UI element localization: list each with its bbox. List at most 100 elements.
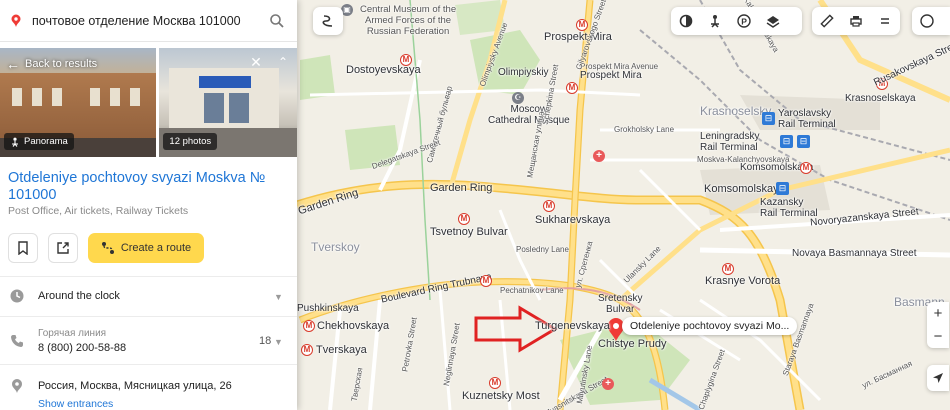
chevron-up-icon[interactable]: ⌃ [275,54,291,70]
search-input[interactable] [32,13,257,28]
app-root: Central Museum of the Armed Forces of the… [0,0,950,410]
traffic-icon[interactable] [671,7,700,35]
bookmark-button[interactable] [8,233,38,263]
place-panel: Panorama 12 photos ← Back to results ✕ ⌃… [0,0,297,410]
train-icon[interactable]: ⊟ [776,182,789,195]
user-icon [912,7,941,35]
metro-label-chekhovskaya: Chekhovskaya [317,320,390,332]
chevron-down-icon[interactable]: ▼ [274,337,283,347]
metro-label-sretensky: Sretensky Bulvar [598,293,643,315]
create-route-button[interactable]: Create a route [88,233,204,263]
metro-icon[interactable]: M [543,200,555,212]
share-button[interactable] [48,233,78,263]
location-icon [12,379,22,393]
metro-label-chistye-prudy: Chistye Prudy [598,338,667,350]
phone-icon [11,335,23,347]
metro-icon[interactable]: M [480,275,492,287]
arrow-left-icon: ← [6,56,20,72]
zoom-in-button[interactable]: + [927,302,949,325]
zoom-out-button[interactable]: − [927,325,949,348]
train-icon[interactable]: ⊟ [797,135,810,148]
close-icon[interactable]: ✕ [248,54,264,70]
panorama-badge[interactable]: Panorama [4,133,74,150]
metro-icon[interactable]: M [301,344,313,356]
panorama-icon[interactable] [700,7,729,35]
create-route-label: Create a route [120,242,192,254]
hotline-number[interactable]: 8 (800) 200-58-88 [38,342,126,354]
metro-icon[interactable]: M [458,213,470,225]
mosque-icon[interactable]: ☪ [512,92,524,104]
search-icon[interactable] [269,13,285,29]
bookmark-icon [18,241,28,255]
metro-icon[interactable]: M [566,82,578,94]
medical-icon[interactable]: + [602,378,614,390]
district-label-krasnoselsky: Krasnoselsky [700,104,772,118]
olimpiyskiy-label: Olimpiyskiy [498,67,549,78]
place-pin-label[interactable]: Otdeleniye pochtovoy svyazi Mo... [622,317,798,335]
profile-button[interactable] [912,7,950,35]
map-layers-toolbar: P [671,7,802,35]
divider [0,364,297,365]
metro-label-tverskaya: Tverskaya [316,344,367,356]
menu-icon[interactable] [870,7,899,35]
metro-icon[interactable]: M [800,162,812,174]
metro-label-prospekt-mira: Prospekt Mira [544,31,612,43]
metro-label-dostoyevskaya: Dostoyevskaya [346,64,421,76]
route-icon [101,242,114,254]
street-label-novaya-basmannaya: Novaya Basmannaya Street [792,248,917,259]
metro-label-pushkinskaya: Pushkinskaya [297,303,359,314]
locate-button[interactable] [927,365,949,391]
metro-label-sukharevskaya: Sukharevskaya [535,214,611,226]
yaroslavsky-label: Yaroslavsky Rail Terminal [778,108,836,130]
mosque-label: Moscow Cathedral Mosque [488,104,570,126]
locate-icon [933,373,943,383]
svg-text:P: P [741,16,747,26]
panorama-icon [12,137,18,147]
panorama-label: Panorama [24,136,68,147]
metro-label-krasnye-vorota: Krasnye Vorota [705,275,781,287]
metro-label-kuznetsky: Kuznetsky Most [462,390,540,402]
show-entrances-link[interactable]: Show entrances [38,398,113,410]
traffic-layer-button[interactable] [313,7,343,35]
kazansky-label: Kazansky Rail Terminal [760,197,818,219]
metro-icon[interactable]: M [576,19,588,31]
zoom-control: + − [927,302,949,348]
place-category: Post Office, Air tickets, Railway Ticket… [8,205,189,217]
street-label-prospekt-mira-ave: Prospekt Mira Avenue [580,62,659,71]
search-bar [0,0,297,42]
photos-count-badge[interactable]: 12 photos [163,133,218,150]
back-label: Back to results [25,58,98,70]
street-label-grokholsky: Grokholsky Lane [614,125,675,134]
route-squiggle-icon [313,7,342,35]
leningradsky-label: Leningradsky Rail Terminal [700,131,760,153]
hotline-label: Горячая линия [38,328,107,339]
metro-label-komsomolskaya-2: Komsomolskaya [704,183,785,195]
parking-icon[interactable]: P [729,7,758,35]
train-icon[interactable]: ⊟ [780,135,793,148]
print-icon[interactable] [841,7,870,35]
metro-icon[interactable]: M [400,54,412,66]
museum-label: Central Museum of the Armed Forces of the… [360,4,457,37]
clock-icon [10,289,24,303]
back-to-results-button[interactable]: ← Back to results [6,56,97,72]
street-label-posledny: Posledny Lane [516,245,569,254]
chevron-down-icon[interactable]: ▼ [274,292,283,302]
metro-label-krasnoselskaya: Krasnoselskaya [845,93,916,104]
metro-icon[interactable]: M [303,320,315,332]
layers-icon[interactable] [758,7,787,35]
road-label-garden-ring-2: Garden Ring [430,182,493,194]
divider [0,316,297,317]
map-pin-icon [11,14,21,27]
train-icon[interactable]: ⊟ [762,112,775,125]
metro-icon[interactable]: M [489,377,501,389]
hotline-count[interactable]: 18 [259,335,271,347]
place-title[interactable]: Otdeleniye pochtovoy svyazi Moskva № 101… [8,170,278,204]
ruler-icon[interactable] [812,7,841,35]
photos-count-label: 12 photos [169,136,212,147]
metro-icon[interactable]: M [722,263,734,275]
medical-icon[interactable]: + [593,150,605,162]
metro-label-prospekt-mira-2: Prospekt Mira [580,70,642,81]
share-icon [57,242,69,254]
hours-text[interactable]: Around the clock [38,290,120,302]
metro-label-tsvetnoy: Tsvetnoy Bulvar [430,226,508,238]
